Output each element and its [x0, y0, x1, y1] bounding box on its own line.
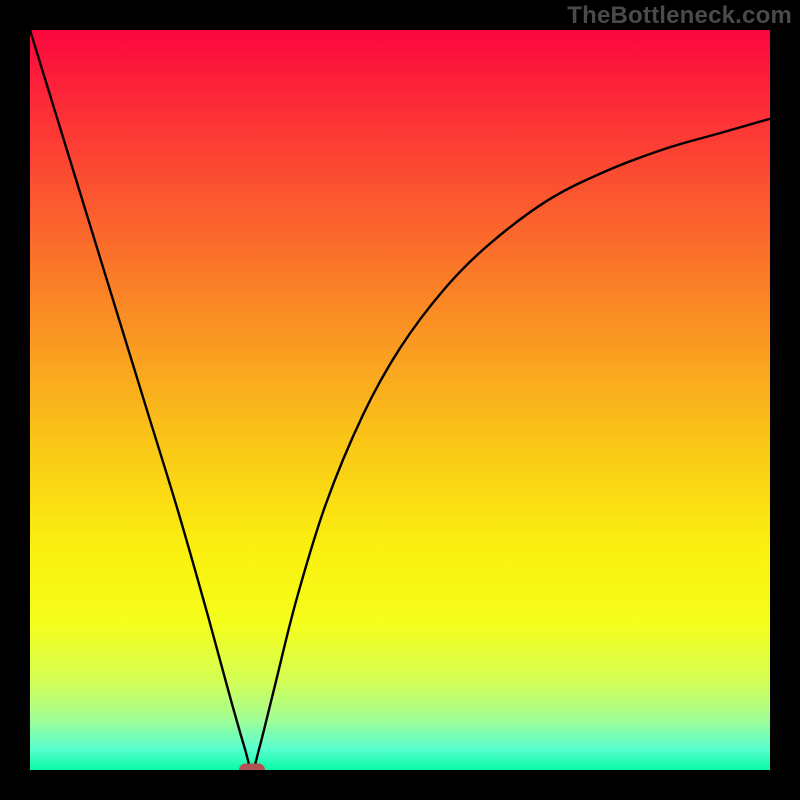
curve-path: [30, 30, 770, 770]
plot-area: [30, 30, 770, 770]
bottleneck-curve: [30, 30, 770, 770]
watermark-text: TheBottleneck.com: [567, 2, 792, 30]
chart-frame: TheBottleneck.com: [0, 0, 800, 800]
optimal-point-marker: [239, 764, 265, 771]
